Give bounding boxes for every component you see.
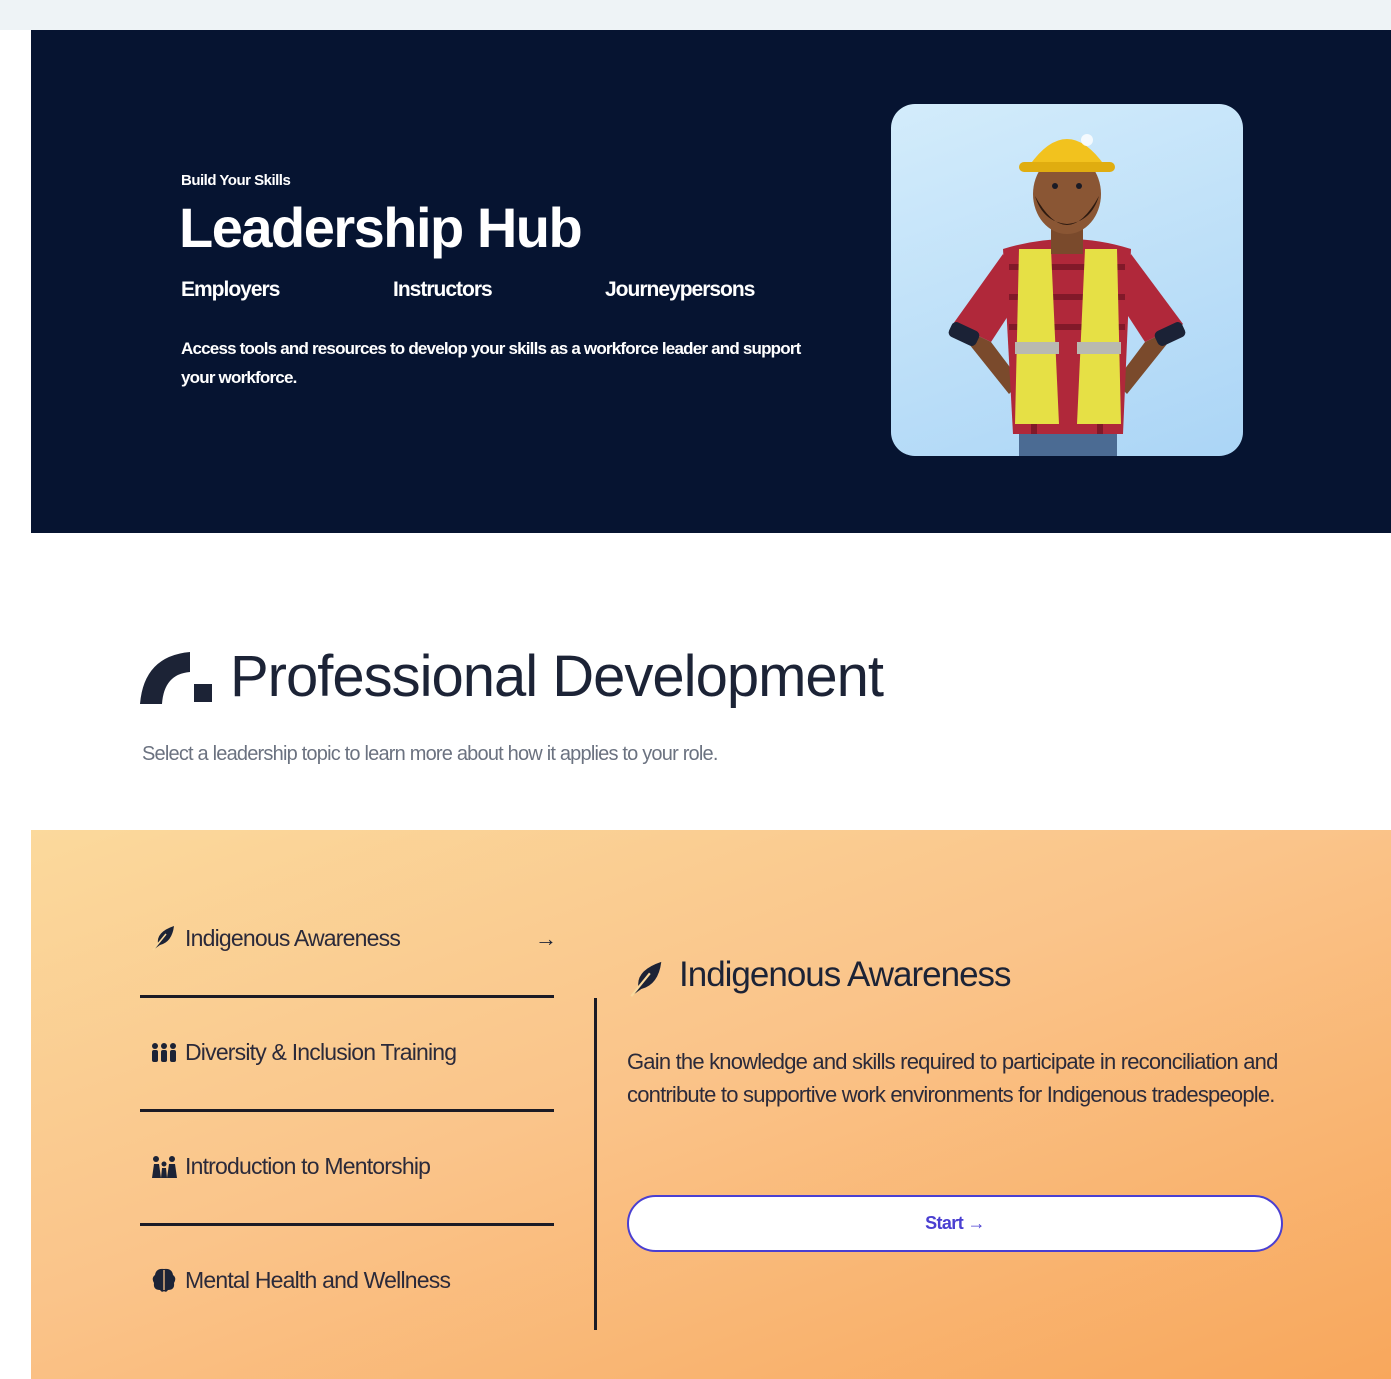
detail-title: Indigenous Awareness <box>679 955 1012 994</box>
topic-label: Indigenous Awareness <box>185 925 401 951</box>
topic-item-diversity-inclusion[interactable]: Diversity & Inclusion Training <box>140 1014 560 1128</box>
feather-icon <box>630 961 662 997</box>
divider <box>140 995 554 998</box>
audience-employers: Employers <box>181 278 280 301</box>
audience-instructors: Instructors <box>393 278 493 301</box>
vertical-divider <box>594 998 597 1330</box>
hero-eyebrow: Build Your Skills <box>181 172 291 189</box>
topic-label: Introduction to Mentorship <box>185 1153 431 1179</box>
topic-list: Indigenous Awareness → Diversity & Inclu… <box>140 900 560 1356</box>
topic-item-mental-health[interactable]: Mental Health and Wellness <box>140 1242 560 1356</box>
hero-description: Access tools and resources to develop yo… <box>181 339 801 387</box>
brain-icon <box>152 1268 176 1292</box>
audience-journeypersons: Journeypersons <box>605 278 755 301</box>
section-title: Professional Development <box>230 644 884 709</box>
topic-item-mentorship[interactable]: Introduction to Mentorship <box>140 1128 560 1242</box>
top-strip <box>0 0 1391 30</box>
people-group-icon <box>152 1043 176 1062</box>
tradesperson-illustration <box>948 134 1186 456</box>
start-button[interactable]: Start → <box>627 1195 1283 1252</box>
hero-illustration <box>891 104 1243 456</box>
divider <box>140 1223 554 1226</box>
hero-title: Leadership Hub <box>179 196 583 259</box>
topic-label: Mental Health and Wellness <box>185 1267 451 1293</box>
detail-description: Gain the knowledge and skills required t… <box>627 1049 1278 1107</box>
arrow-right-icon: → <box>535 926 557 951</box>
topics-panel: Indigenous Awareness → Diversity & Inclu… <box>31 830 1391 1379</box>
hero-banner: Build Your Skills Leadership Hub Employe… <box>31 30 1391 533</box>
mentorship-icon <box>152 1156 177 1178</box>
feather-icon <box>152 926 174 951</box>
brand-logo-icon <box>140 652 212 704</box>
divider <box>140 1109 554 1112</box>
professional-development-section: Professional Development Select a leader… <box>0 533 1391 830</box>
topic-label: Diversity & Inclusion Training <box>185 1039 457 1065</box>
section-subtitle: Select a leadership topic to learn more … <box>142 743 718 765</box>
topic-item-indigenous-awareness[interactable]: Indigenous Awareness → <box>140 900 560 1014</box>
